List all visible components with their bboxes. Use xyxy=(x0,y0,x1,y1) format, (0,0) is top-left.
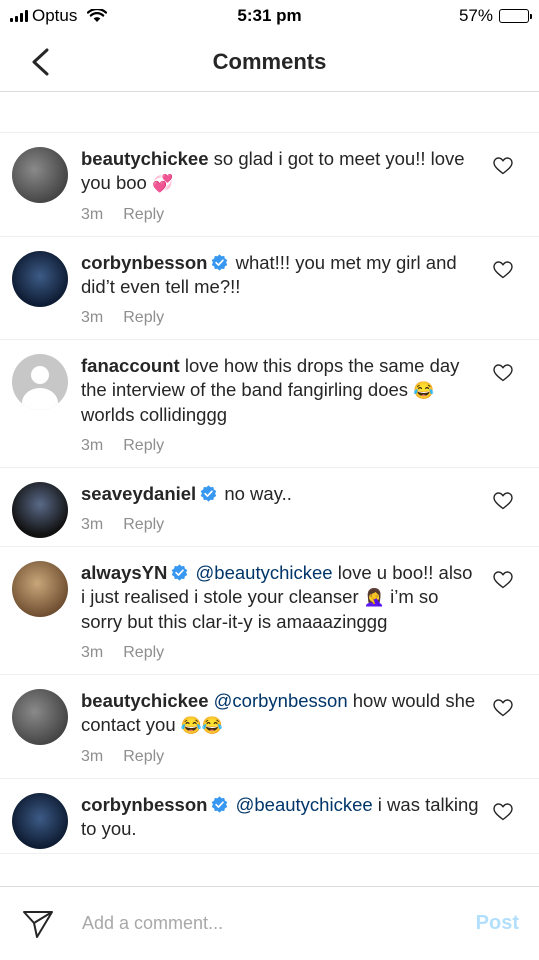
username-link[interactable]: fanaccount xyxy=(81,355,180,376)
mention-link[interactable]: @beautychickee xyxy=(236,794,373,815)
comment-meta: 3m Reply xyxy=(81,748,479,766)
status-right: 57% xyxy=(458,6,532,26)
direct-send-icon[interactable] xyxy=(22,909,54,939)
back-arrow-icon[interactable] xyxy=(28,48,54,76)
comment-timestamp: 3m xyxy=(81,206,104,223)
verified-badge-icon xyxy=(200,485,217,502)
mention-link[interactable]: @beautychickee xyxy=(196,562,333,583)
avatar[interactable] xyxy=(12,482,68,538)
avatar[interactable] xyxy=(12,354,68,410)
signal-icon xyxy=(10,10,28,22)
comment-text: corbynbesson what!!! you met my girl and… xyxy=(81,251,479,299)
reply-button[interactable]: Reply xyxy=(123,309,164,327)
page-title: Comments xyxy=(212,48,327,74)
status-left: Optus xyxy=(10,6,108,26)
comment-text: corbynbesson @beautychickee i was talkin… xyxy=(81,793,479,841)
battery-icon xyxy=(499,9,532,23)
comment-timestamp: 3m xyxy=(81,748,104,765)
battery-percent: 57% xyxy=(458,6,493,25)
comment-body: corbynbesson @beautychickee i was talkin… xyxy=(81,793,479,853)
username-link[interactable]: corbynbesson xyxy=(81,794,207,815)
carrier-label: Optus xyxy=(32,6,78,25)
comment-timestamp: 3m xyxy=(81,309,104,326)
comment-body: alwaysYN @beautychickee love u boo!! als… xyxy=(81,561,479,674)
comment-meta: 3m Reply xyxy=(81,644,479,662)
verified-badge-icon xyxy=(212,796,228,813)
like-heart-icon[interactable] xyxy=(493,803,513,821)
username-link[interactable]: alwaysYN xyxy=(81,562,167,583)
verified-badge-icon xyxy=(172,564,188,581)
comment-text-segment: worlds collidinggg xyxy=(81,404,228,425)
emoji: 🤦‍♀️ xyxy=(363,588,385,607)
avatar[interactable] xyxy=(12,793,68,849)
like-heart-icon[interactable] xyxy=(493,364,513,382)
reply-button[interactable]: Reply xyxy=(123,748,164,766)
reply-button[interactable]: Reply xyxy=(123,516,164,534)
comment-item[interactable]: seaveydaniel no way.. 3m Reply xyxy=(0,468,539,547)
username-link[interactable]: beautychickee xyxy=(81,148,209,169)
comment-meta: 3m Reply xyxy=(81,309,479,327)
comment-text: fanaccount love how this drops the same … xyxy=(81,354,479,427)
emoji: 😂😂 xyxy=(180,716,224,735)
comment-body: fanaccount love how this drops the same … xyxy=(81,354,479,467)
verified-badge-icon xyxy=(212,254,228,271)
comment-text: seaveydaniel no way.. xyxy=(81,482,479,506)
emoji: 😂 xyxy=(413,381,435,400)
comment-meta: 3m Reply xyxy=(81,206,479,224)
avatar[interactable] xyxy=(12,147,68,203)
like-heart-icon[interactable] xyxy=(493,699,513,717)
comment-item[interactable]: corbynbesson @beautychickee i was talkin… xyxy=(0,779,539,854)
comment-item[interactable]: fanaccount love how this drops the same … xyxy=(0,340,539,468)
comment-body: corbynbesson what!!! you met my girl and… xyxy=(81,251,479,339)
like-heart-icon[interactable] xyxy=(493,492,513,510)
comment-input[interactable] xyxy=(82,913,476,934)
post-button[interactable]: Post xyxy=(476,912,519,935)
username-link[interactable]: seaveydaniel xyxy=(81,483,196,504)
comment-item[interactable]: corbynbesson what!!! you met my girl and… xyxy=(0,237,539,340)
comments-list[interactable]: beautychickee so glad i got to meet you!… xyxy=(0,132,539,886)
comment-item[interactable]: beautychickee @corbynbesson how would sh… xyxy=(0,675,539,779)
comment-meta: 3m Reply xyxy=(81,437,479,455)
avatar[interactable] xyxy=(12,689,68,745)
status-bar: Optus 5:31 pm 57% xyxy=(0,0,539,32)
username-link[interactable]: beautychickee xyxy=(81,690,209,711)
username-link[interactable]: corbynbesson xyxy=(81,252,207,273)
like-heart-icon[interactable] xyxy=(493,157,513,175)
wifi-icon xyxy=(87,9,108,22)
comment-body: seaveydaniel no way.. 3m Reply xyxy=(81,482,479,546)
comment-timestamp: 3m xyxy=(81,516,104,533)
comment-item[interactable]: beautychickee so glad i got to meet you!… xyxy=(0,133,539,237)
comment-meta: 3m Reply xyxy=(81,516,479,534)
comment-timestamp: 3m xyxy=(81,644,104,661)
reply-button[interactable]: Reply xyxy=(123,206,164,224)
like-heart-icon[interactable] xyxy=(493,261,513,279)
comment-item[interactable]: alwaysYN @beautychickee love u boo!! als… xyxy=(0,547,539,675)
comment-body: beautychickee @corbynbesson how would sh… xyxy=(81,689,479,778)
comment-body: beautychickee so glad i got to meet you!… xyxy=(81,147,479,236)
avatar[interactable] xyxy=(12,251,68,307)
emoji: 💞 xyxy=(151,174,174,193)
reply-button[interactable]: Reply xyxy=(123,437,164,455)
comment-text: beautychickee @corbynbesson how would sh… xyxy=(81,689,479,738)
comment-composer: Post xyxy=(0,886,539,960)
reply-button[interactable]: Reply xyxy=(123,644,164,662)
comment-text: beautychickee so glad i got to meet you!… xyxy=(81,147,479,196)
comment-timestamp: 3m xyxy=(81,437,104,454)
mention-link[interactable]: @corbynbesson xyxy=(214,690,348,711)
like-heart-icon[interactable] xyxy=(493,571,513,589)
comment-text-segment: no way.. xyxy=(224,483,292,504)
comment-text: alwaysYN @beautychickee love u boo!! als… xyxy=(81,561,479,634)
avatar[interactable] xyxy=(12,561,68,617)
navigation-bar: Comments xyxy=(0,32,539,92)
